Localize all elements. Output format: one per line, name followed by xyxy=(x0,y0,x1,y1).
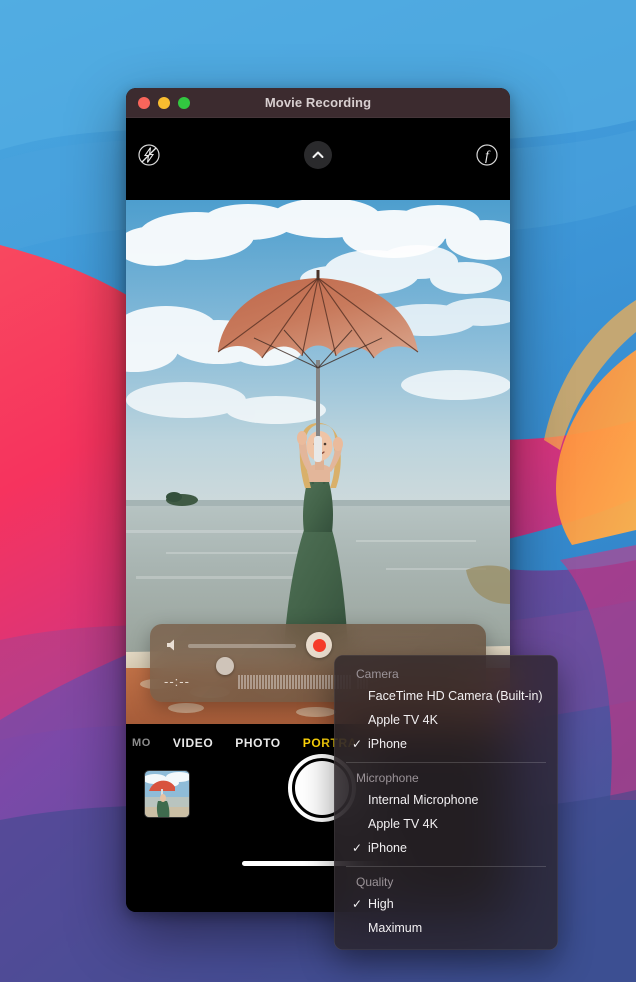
svg-text:f: f xyxy=(485,149,491,164)
last-photo-thumbnail[interactable] xyxy=(144,770,190,818)
checkmark-icon: ✓ xyxy=(352,841,363,855)
menu-separator-2 xyxy=(346,866,546,867)
menu-item-label: iPhone xyxy=(368,841,407,855)
mode-video[interactable]: VIDEO xyxy=(173,736,213,750)
menu-item-label: Internal Microphone xyxy=(368,793,479,807)
menu-item-label: Apple TV 4K xyxy=(368,817,438,831)
effects-f-icon[interactable]: f xyxy=(474,142,500,168)
menu-item-label: iPhone xyxy=(368,737,407,751)
menu-header-microphone: Microphone xyxy=(356,771,419,785)
traffic-lights xyxy=(138,96,190,109)
menu-separator-1 xyxy=(346,762,546,763)
menu-header-quality: Quality xyxy=(356,875,394,889)
close-button[interactable] xyxy=(138,96,150,109)
mode-photo[interactable]: PHOTO xyxy=(235,736,280,750)
camera-toolbar: f xyxy=(126,118,510,200)
chevron-up-icon[interactable] xyxy=(304,141,332,169)
volume-slider-track[interactable] xyxy=(188,644,296,675)
menu-item-quality-high[interactable]: ✓ High xyxy=(334,892,558,916)
mode-slomo[interactable]: MO xyxy=(132,737,151,749)
record-dot-icon xyxy=(312,638,326,652)
menu-item-camera-apple-tv-4k[interactable]: Apple TV 4K xyxy=(334,708,558,732)
checkmark-icon: ✓ xyxy=(352,737,363,751)
menu-item-mic-apple-tv-4k[interactable]: Apple TV 4K xyxy=(334,812,558,836)
menu-item-label: High xyxy=(368,897,394,911)
menu-item-label: Apple TV 4K xyxy=(368,713,438,727)
checkmark-icon: ✓ xyxy=(352,897,363,911)
menu-item-mic-iphone[interactable]: ✓ iPhone xyxy=(334,836,558,860)
camera-source-menu: Camera FaceTime HD Camera (Built-in) App… xyxy=(334,655,558,950)
flash-off-icon[interactable] xyxy=(136,142,162,168)
menu-item-label: FaceTime HD Camera (Built-in) xyxy=(368,689,543,703)
menu-item-label: Maximum xyxy=(368,921,423,935)
record-button[interactable] xyxy=(306,632,332,658)
menu-item-quality-maximum[interactable]: Maximum xyxy=(334,916,558,940)
timecode-label: --:-- xyxy=(164,674,190,689)
menu-header-camera: Camera xyxy=(356,667,399,681)
menu-item-facetime-hd-camera[interactable]: FaceTime HD Camera (Built-in) xyxy=(334,684,558,708)
minimize-button[interactable] xyxy=(158,96,170,109)
menu-item-camera-iphone[interactable]: ✓ iPhone xyxy=(334,732,558,756)
menu-item-internal-microphone[interactable]: Internal Microphone xyxy=(334,788,558,812)
speaker-icon xyxy=(164,636,182,654)
zoom-button[interactable] xyxy=(178,96,190,109)
window-titlebar: Movie Recording xyxy=(126,88,510,118)
